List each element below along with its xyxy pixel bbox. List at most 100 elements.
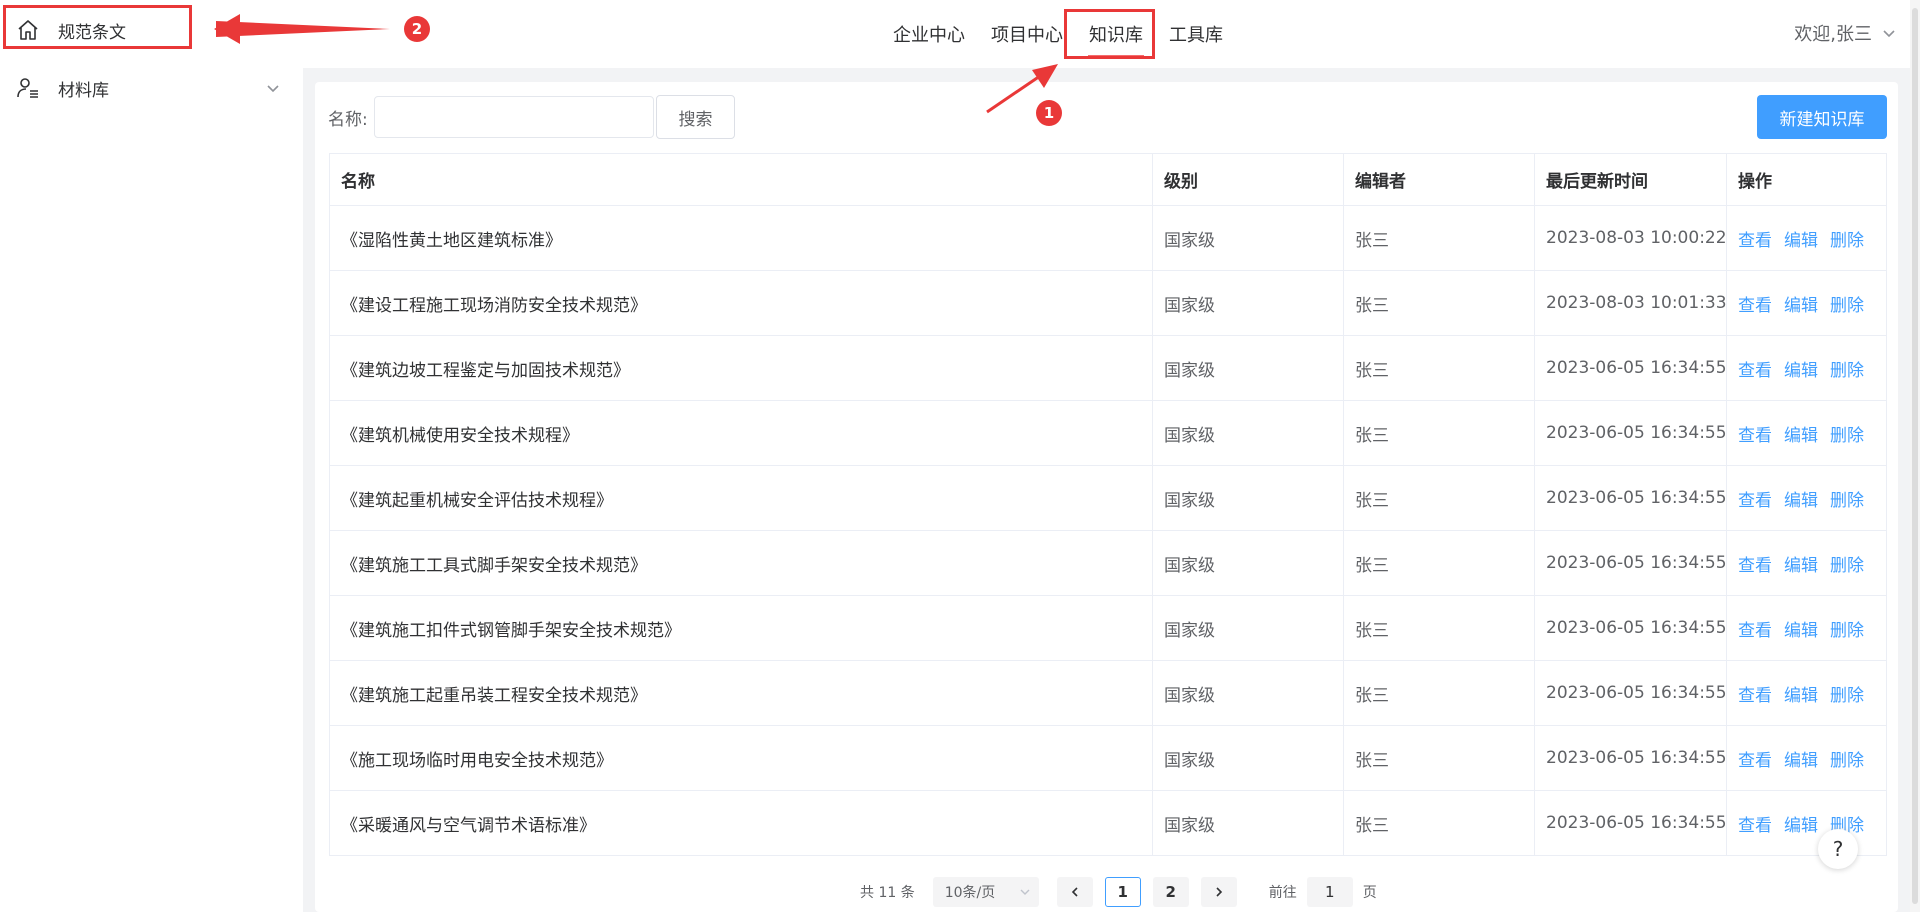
sidebar-item-material-library[interactable]: 材料库 [0, 60, 300, 116]
view-link[interactable]: 查看 [1738, 491, 1772, 511]
page-size-select[interactable]: 10条/页 [932, 877, 1039, 907]
cell-name: 《建筑施工扣件式钢管脚手架安全技术规范》 [329, 595, 1153, 661]
sidebar: 规范条文 材料库 [0, 0, 300, 912]
delete-link[interactable]: 删除 [1830, 426, 1864, 446]
next-page-button[interactable] [1200, 877, 1237, 907]
column-header-level: 级别 [1152, 153, 1344, 206]
view-link[interactable]: 查看 [1738, 686, 1772, 706]
scrollbar-thumb[interactable] [1912, 8, 1918, 904]
cell-level: 国家级 [1152, 465, 1344, 531]
delete-link[interactable]: 删除 [1830, 556, 1864, 576]
goto-page-input[interactable] [1306, 877, 1353, 907]
edit-link[interactable]: 编辑 [1784, 231, 1818, 251]
cell-actions: 查看 编辑 删除 [1726, 725, 1887, 791]
goto-label: 前往 [1268, 885, 1297, 901]
nav-item-enterprise-center[interactable]: 企业中心 [880, 18, 978, 54]
cell-actions: 查看 编辑 删除 [1726, 790, 1887, 856]
help-button[interactable]: ? [1818, 829, 1858, 869]
table-row: 《建筑边坡工程鉴定与加固技术规范》 国家级 张三 2023-06-05 16:3… [329, 335, 1887, 401]
sidebar-item-label: 材料库 [58, 80, 109, 101]
cell-actions: 查看 编辑 删除 [1726, 270, 1887, 336]
sidebar-item-spec-clauses[interactable]: 规范条文 [0, 2, 300, 58]
edit-link[interactable]: 编辑 [1784, 751, 1818, 771]
table-row: 《采暖通风与空气调节术语标准》 国家级 张三 2023-06-05 16:34:… [329, 790, 1887, 856]
annotation-badge-2: 2 [404, 16, 430, 42]
search-input[interactable] [374, 96, 654, 138]
cell-actions: 查看 编辑 删除 [1726, 660, 1887, 726]
edit-link[interactable]: 编辑 [1784, 621, 1818, 641]
pagination-total: 共 11 条 [860, 885, 915, 901]
table-row: 《建筑施工起重吊装工程安全技术规范》 国家级 张三 2023-06-05 16:… [329, 660, 1887, 726]
page-scrollbar[interactable] [1910, 0, 1920, 912]
chevron-down-icon [1020, 889, 1030, 895]
delete-link[interactable]: 删除 [1830, 751, 1864, 771]
pagination: 共 11 条 10条/页 1 2 前往 页 [860, 877, 1377, 907]
view-link[interactable]: 查看 [1738, 296, 1772, 316]
view-link[interactable]: 查看 [1738, 816, 1772, 836]
user-menu[interactable]: 欢迎,张三 [1794, 20, 1896, 46]
cell-level: 国家级 [1152, 530, 1344, 596]
cell-level: 国家级 [1152, 270, 1344, 336]
delete-link[interactable]: 删除 [1830, 491, 1864, 511]
search-button[interactable]: 搜索 [656, 95, 735, 139]
delete-link[interactable]: 删除 [1830, 361, 1864, 381]
view-link[interactable]: 查看 [1738, 231, 1772, 251]
edit-link[interactable]: 编辑 [1784, 491, 1818, 511]
cell-editor: 张三 [1343, 725, 1535, 791]
nav-item-knowledge-base[interactable]: 知识库 [1076, 18, 1156, 58]
chevron-down-icon [1883, 30, 1895, 38]
user-list-icon [17, 78, 38, 98]
column-header-actions: 操作 [1726, 153, 1887, 206]
cell-editor: 张三 [1343, 660, 1535, 726]
search-label: 名称: [328, 110, 368, 130]
cell-updated: 2023-06-05 16:34:55 [1534, 335, 1727, 401]
cell-actions: 查看 编辑 删除 [1726, 400, 1887, 466]
view-link[interactable]: 查看 [1738, 751, 1772, 771]
table-row: 《建筑施工工具式脚手架安全技术规范》 国家级 张三 2023-06-05 16:… [329, 530, 1887, 596]
cell-name: 《施工现场临时用电安全技术规范》 [329, 725, 1153, 791]
delete-link[interactable]: 删除 [1830, 686, 1864, 706]
nav-item-tool-library[interactable]: 工具库 [1156, 18, 1236, 54]
cell-level: 国家级 [1152, 400, 1344, 466]
view-link[interactable]: 查看 [1738, 426, 1772, 446]
column-header-name: 名称 [329, 153, 1153, 206]
edit-link[interactable]: 编辑 [1784, 556, 1818, 576]
annotation-badge-1: 1 [1036, 100, 1062, 126]
edit-link[interactable]: 编辑 [1784, 296, 1818, 316]
page-button-1[interactable]: 1 [1104, 877, 1141, 907]
nav-item-project-center[interactable]: 项目中心 [978, 18, 1076, 54]
table-row: 《建筑机械使用安全技术规程》 国家级 张三 2023-06-05 16:34:5… [329, 400, 1887, 466]
chevron-down-icon[interactable] [266, 81, 280, 95]
table-row: 《湿陷性黄土地区建筑标准》 国家级 张三 2023-08-03 10:00:22… [329, 205, 1887, 271]
app-root: 企业中心 项目中心 知识库 工具库 欢迎,张三 规范条文 材料库 名称: 搜索 … [0, 0, 1920, 912]
table-header-row: 名称 级别 编辑者 最后更新时间 操作 [329, 153, 1887, 206]
edit-link[interactable]: 编辑 [1784, 686, 1818, 706]
edit-link[interactable]: 编辑 [1784, 816, 1818, 836]
view-link[interactable]: 查看 [1738, 556, 1772, 576]
cell-editor: 张三 [1343, 595, 1535, 661]
view-link[interactable]: 查看 [1738, 621, 1772, 641]
cell-editor: 张三 [1343, 270, 1535, 336]
edit-link[interactable]: 编辑 [1784, 426, 1818, 446]
cell-actions: 查看 编辑 删除 [1726, 335, 1887, 401]
delete-link[interactable]: 删除 [1830, 231, 1864, 251]
page-button-2[interactable]: 2 [1152, 877, 1189, 907]
edit-link[interactable]: 编辑 [1784, 361, 1818, 381]
user-greeting: 欢迎,张三 [1794, 24, 1872, 45]
view-link[interactable]: 查看 [1738, 361, 1772, 381]
cell-actions: 查看 编辑 删除 [1726, 465, 1887, 531]
cell-name: 《建筑起重机械安全评估技术规程》 [329, 465, 1153, 531]
delete-link[interactable]: 删除 [1830, 296, 1864, 316]
cell-name: 《湿陷性黄土地区建筑标准》 [329, 205, 1153, 271]
table-row: 《建筑施工扣件式钢管脚手架安全技术规范》 国家级 张三 2023-06-05 1… [329, 595, 1887, 661]
cell-name: 《建筑施工工具式脚手架安全技术规范》 [329, 530, 1153, 596]
cell-updated: 2023-06-05 16:34:55 [1534, 595, 1727, 661]
cell-name: 《建筑机械使用安全技术规程》 [329, 400, 1153, 466]
cell-level: 国家级 [1152, 335, 1344, 401]
prev-page-button[interactable] [1056, 877, 1093, 907]
delete-link[interactable]: 删除 [1830, 621, 1864, 641]
cell-updated: 2023-06-05 16:34:55 [1534, 465, 1727, 531]
top-nav: 企业中心 项目中心 知识库 工具库 [880, 18, 1236, 58]
new-knowledge-base-button[interactable]: 新建知识库 [1757, 95, 1887, 139]
cell-level: 国家级 [1152, 725, 1344, 791]
